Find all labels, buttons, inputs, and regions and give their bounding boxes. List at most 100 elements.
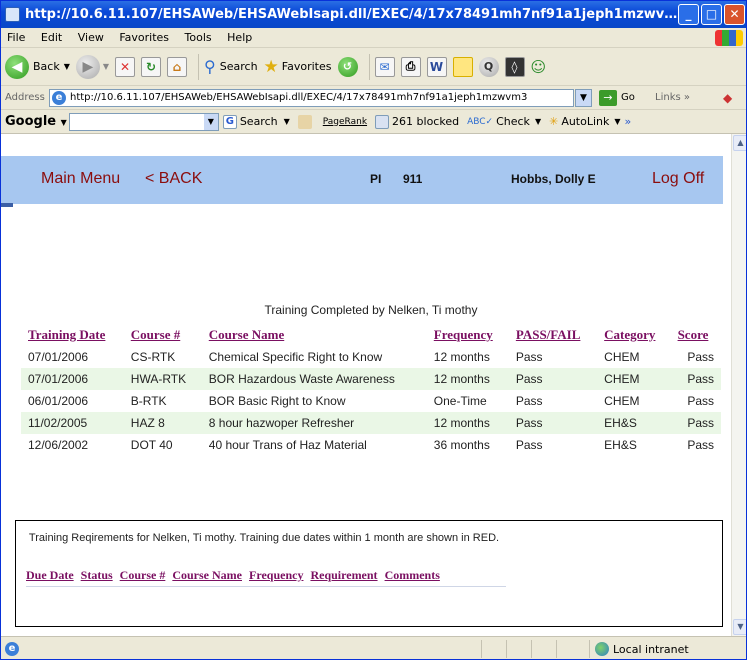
status-separator bbox=[506, 640, 507, 658]
cell-training-date: 11/02/2005 bbox=[21, 412, 124, 434]
popup-blocker-button[interactable]: 261 blocked bbox=[375, 114, 460, 129]
messenger-button[interactable]: ☺ bbox=[531, 52, 547, 82]
autolink-label: AutoLink bbox=[561, 115, 610, 128]
cell-training-date: 12/06/2002 bbox=[28, 438, 89, 452]
google-search-input[interactable]: ▼ bbox=[68, 112, 219, 131]
spell-check-button[interactable]: ABC✓ Check ▼ bbox=[467, 115, 541, 128]
google-options-button[interactable] bbox=[297, 114, 315, 129]
go-button[interactable]: → Go bbox=[599, 86, 635, 110]
header-frequency[interactable]: Frequency bbox=[249, 568, 303, 582]
requirements-message: Training Reqirements for Nelken, Ti moth… bbox=[28, 532, 500, 544]
header-course-number[interactable]: Course # bbox=[124, 324, 202, 346]
scroll-down-button[interactable]: ▼ bbox=[733, 619, 746, 635]
minimize-button[interactable]: _ bbox=[678, 4, 699, 25]
log-off-link[interactable]: Log Off bbox=[652, 170, 704, 188]
google-toolbar: Google ▼ ▼ G Search ▼ PageRank 261 block… bbox=[1, 110, 746, 134]
status-separator bbox=[556, 640, 557, 658]
chevron-down-icon: ▼ bbox=[614, 117, 621, 126]
menu-view[interactable]: View bbox=[78, 31, 104, 44]
scroll-up-button[interactable]: ▲ bbox=[733, 135, 746, 151]
discuss-button[interactable] bbox=[452, 52, 473, 82]
table-row: 06/01/2006 B-RTK BOR Basic Right to Know… bbox=[21, 390, 721, 412]
cell-category: EH&S bbox=[604, 438, 637, 452]
address-input[interactable]: e http://10.6.11.107/EHSAWeb/EHSAWebIsap… bbox=[49, 89, 574, 107]
edit-button[interactable]: W bbox=[426, 52, 447, 82]
home-button[interactable]: ⌂ bbox=[167, 52, 188, 82]
menu-favorites[interactable]: Favorites bbox=[119, 31, 169, 44]
status-separator bbox=[589, 640, 590, 658]
cell-frequency: 12 months bbox=[426, 412, 509, 434]
header-due-date[interactable]: Due Date bbox=[26, 568, 74, 582]
google-logo[interactable]: Google ▼ bbox=[5, 114, 67, 129]
more-chevron-icon: » bbox=[624, 115, 632, 128]
favorites-button[interactable]: ★ Favorites bbox=[264, 52, 332, 82]
refresh-icon: ↻ bbox=[141, 56, 162, 77]
go-arrow-icon: → bbox=[599, 90, 617, 106]
address-dropdown-button[interactable]: ▼ bbox=[575, 89, 592, 107]
ie-page-icon bbox=[5, 7, 20, 22]
cell-score: Pass bbox=[687, 438, 714, 452]
maximize-button[interactable]: □ bbox=[701, 4, 722, 25]
chevron-down-icon: ▼ bbox=[534, 117, 542, 126]
header-score[interactable]: Score bbox=[671, 324, 721, 346]
refresh-button[interactable]: ↻ bbox=[141, 52, 162, 82]
history-button[interactable]: ↺ bbox=[337, 52, 358, 82]
close-button[interactable]: ✕ bbox=[724, 4, 745, 25]
toolbar-extension-icon[interactable]: ◆ bbox=[723, 86, 732, 110]
print-button[interactable]: ⎙ bbox=[400, 52, 421, 82]
cell-pass-fail: Pass bbox=[515, 394, 543, 408]
table-row: 07/01/2006 CS-RTK Chemical Specific Righ… bbox=[21, 346, 721, 368]
header-frequency[interactable]: Frequency bbox=[427, 324, 509, 346]
cell-course-name: BOR Basic Right to Know bbox=[208, 394, 346, 408]
media-button[interactable]: ◊ bbox=[504, 52, 525, 82]
header-course-number[interactable]: Course # bbox=[120, 568, 166, 582]
header-comments[interactable]: Comments bbox=[385, 568, 440, 582]
autolink-button[interactable]: ✳ AutoLink ▼ » bbox=[549, 115, 631, 128]
chevron-down-icon: ▼ bbox=[102, 62, 110, 71]
windows-logo-icon bbox=[715, 30, 743, 46]
google-search-button[interactable]: G Search ▼ bbox=[222, 114, 290, 129]
header-course-name[interactable]: Course Name bbox=[202, 324, 427, 346]
menu-file[interactable]: File bbox=[7, 31, 25, 44]
page-content: Main Menu < BACK PI 911 Hobbs, Dolly E L… bbox=[1, 134, 731, 636]
mail-button[interactable]: ✉ bbox=[374, 52, 395, 82]
cell-training-date: 06/01/2006 bbox=[28, 394, 89, 408]
research-button[interactable]: Q bbox=[478, 52, 499, 82]
forward-button[interactable]: ▶ ▼ bbox=[75, 52, 110, 82]
cell-course-number: DOT 40 bbox=[130, 438, 173, 452]
menu-edit[interactable]: Edit bbox=[41, 31, 62, 44]
back-link[interactable]: < BACK bbox=[145, 170, 202, 188]
address-url: http://10.6.11.107/EHSAWeb/EHSAWebIsapi.… bbox=[70, 92, 528, 103]
word-icon: W bbox=[426, 56, 447, 77]
vertical-scrollbar[interactable]: ▲ ▼ bbox=[731, 134, 746, 636]
header-requirement[interactable]: Requirement bbox=[310, 568, 377, 582]
menu-help[interactable]: Help bbox=[227, 31, 252, 44]
header-category[interactable]: Category bbox=[597, 324, 670, 346]
search-button[interactable]: ⚲ Search bbox=[204, 52, 258, 82]
title-bar[interactable]: http://10.6.11.107/EHSAWeb/EHSAWebIsapi.… bbox=[1, 1, 746, 28]
header-status[interactable]: Status bbox=[81, 568, 113, 582]
research-icon: Q bbox=[478, 56, 499, 77]
table-row: 11/02/2005 HAZ 8 8 hour hazwoper Refresh… bbox=[21, 412, 721, 434]
stop-button[interactable]: ✕ bbox=[115, 52, 136, 82]
cell-course-number: HWA-RTK bbox=[123, 368, 202, 390]
header-training-date[interactable]: Training Date bbox=[21, 324, 124, 346]
back-button[interactable]: ◀ Back ▼ bbox=[5, 52, 70, 82]
address-bar: Address e http://10.6.11.107/EHSAWeb/EHS… bbox=[1, 86, 746, 110]
star-icon: ★ bbox=[263, 56, 279, 77]
cell-pass-fail: Pass bbox=[508, 412, 598, 434]
standard-toolbar: ◀ Back ▼ ▶ ▼ ✕ ↻ ⌂ ⚲ Search ★ Favorites … bbox=[1, 48, 746, 86]
links-button[interactable]: Links » bbox=[655, 86, 690, 110]
popup-blocked-count: 261 blocked bbox=[392, 115, 460, 128]
search-label: Search bbox=[219, 60, 258, 73]
cell-course-name: 8 hour hazwoper Refresher bbox=[201, 412, 427, 434]
main-menu-link[interactable]: Main Menu bbox=[41, 170, 120, 188]
menu-tools[interactable]: Tools bbox=[185, 31, 212, 44]
header-course-name[interactable]: Course Name bbox=[172, 568, 242, 582]
forward-arrow-icon: ▶ bbox=[75, 54, 100, 79]
header-pass-fail[interactable]: PASS/FAIL bbox=[509, 324, 597, 346]
toolbar-separator bbox=[198, 53, 200, 80]
pagerank-indicator[interactable]: PageRank bbox=[323, 117, 367, 127]
pi-number: 911 bbox=[403, 172, 423, 186]
cell-score: Pass bbox=[670, 412, 721, 434]
